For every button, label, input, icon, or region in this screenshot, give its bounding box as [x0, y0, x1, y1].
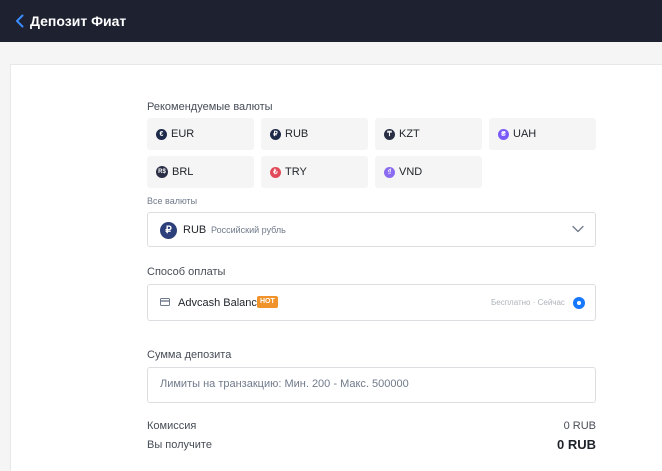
currency-tile-brl[interactable]: R$ BRL — [147, 156, 254, 188]
payment-method-name: Advcash Balance — [178, 297, 263, 309]
payment-method-radio[interactable] — [573, 297, 585, 309]
currency-code: TRY — [285, 166, 307, 178]
receive-value: 0 RUB — [556, 437, 596, 452]
currency-tile-try[interactable]: ₺ TRY — [261, 156, 368, 188]
brl-coin-icon: R$ — [156, 166, 168, 178]
all-currencies-label: Все валюты — [147, 196, 198, 206]
currency-code: BRL — [172, 166, 194, 178]
deposit-amount-input[interactable] — [160, 378, 580, 390]
currency-code: UAH — [513, 128, 537, 140]
currency-code: KZT — [399, 128, 420, 140]
kzt-coin-icon: ₸ — [384, 128, 395, 140]
currency-tile-uah[interactable]: ₴ UAH — [489, 118, 596, 150]
currency-code: EUR — [171, 128, 195, 140]
card-icon — [160, 298, 170, 306]
currency-tile-vnd[interactable]: ₫ VND — [375, 156, 482, 188]
payment-method-meta: Бесплатно · Сейчас — [491, 298, 565, 307]
currency-tile-kzt[interactable]: ₸ KZT — [375, 118, 482, 150]
currency-code: VND — [399, 166, 423, 178]
deposit-amount-label: Сумма депозита — [147, 349, 232, 361]
recommended-currencies-label: Рекомендуемые валюты — [147, 101, 273, 113]
chevron-left-icon — [15, 14, 23, 28]
deposit-amount-field — [147, 367, 596, 403]
rub-coin-icon: ₽ — [160, 222, 177, 239]
receive-label: Вы получите — [147, 439, 212, 451]
payment-method-option[interactable]: Advcash Balance HOT Бесплатно · Сейчас — [147, 284, 596, 321]
currency-code: RUB — [285, 128, 309, 140]
fee-label: Комиссия — [147, 420, 197, 432]
uah-coin-icon: ₴ — [498, 128, 509, 140]
currency-tile-rub[interactable]: ₽ RUB — [261, 118, 368, 150]
chevron-down-icon — [572, 225, 584, 233]
back-button[interactable] — [12, 12, 26, 30]
top-bar: Депозит Фиат — [0, 0, 662, 42]
selected-currency-name: Российский рубль — [211, 225, 286, 235]
fee-value: 0 RUB — [563, 420, 596, 432]
eur-coin-icon: € — [156, 128, 167, 140]
currency-select[interactable]: ₽ RUB Российский рубль — [147, 212, 596, 247]
hot-badge: HOT — [257, 296, 278, 308]
rub-coin-icon: ₽ — [270, 128, 281, 140]
try-coin-icon: ₺ — [270, 166, 281, 178]
page-title: Депозит Фиат — [30, 13, 127, 29]
selected-currency-code: RUB — [183, 224, 207, 236]
currency-tile-eur[interactable]: € EUR — [147, 118, 254, 150]
payment-method-label: Способ оплаты — [147, 266, 226, 278]
vnd-coin-icon: ₫ — [384, 166, 395, 178]
